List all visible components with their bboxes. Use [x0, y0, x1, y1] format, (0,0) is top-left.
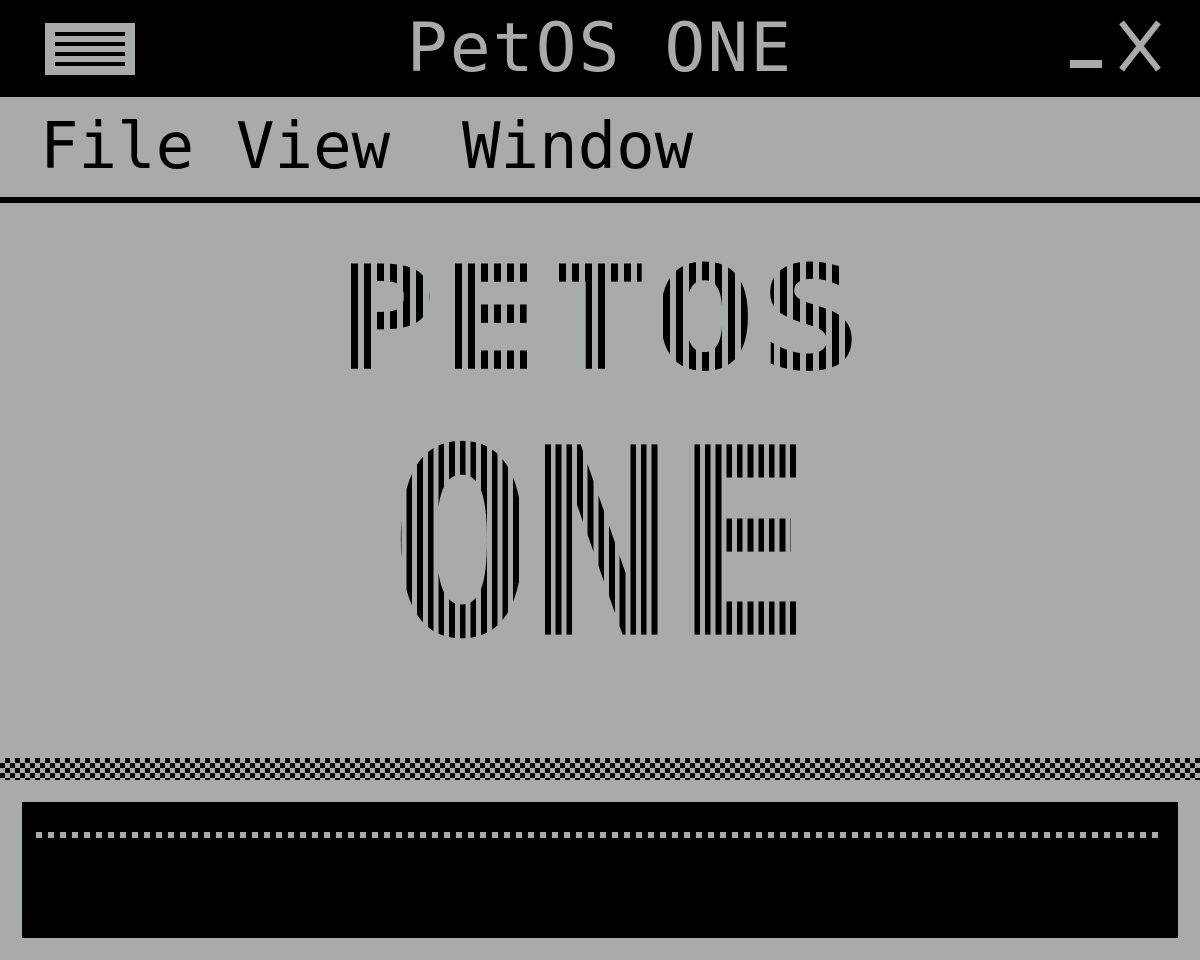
menu-item-window[interactable]: Window: [462, 111, 693, 183]
console-dotted-line: [36, 832, 1164, 838]
main-content: PETOS ONE: [0, 203, 1200, 758]
minimize-icon[interactable]: [1070, 60, 1102, 68]
petos-window: PetOS ONE File View Window PETOS ONE: [0, 0, 1200, 960]
menu-item-view[interactable]: View: [236, 111, 390, 183]
logo-line-one: ONE: [321, 415, 879, 676]
console-panel[interactable]: [22, 802, 1178, 938]
window-controls: [1070, 18, 1164, 78]
title-bar[interactable]: PetOS ONE: [0, 0, 1200, 97]
menu-item-file[interactable]: File: [40, 111, 194, 183]
petos-logo: PETOS ONE: [260, 243, 940, 703]
logo-line-petos: PETOS: [260, 243, 940, 396]
checkered-divider: [0, 758, 1200, 780]
menu-bar: File View Window: [0, 97, 1200, 203]
close-icon[interactable]: [1116, 22, 1164, 70]
window-title: PetOS ONE: [406, 9, 794, 88]
